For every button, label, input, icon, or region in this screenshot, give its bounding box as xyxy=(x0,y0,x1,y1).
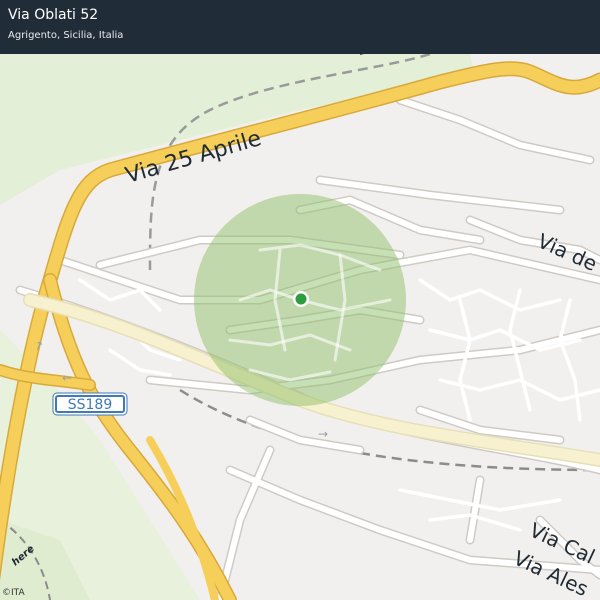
map-canvas[interactable]: ← → → SS189 Via 25 Aprile Via de Via Cal… xyxy=(0,0,600,600)
route-shield-label: SS189 xyxy=(68,397,113,413)
location-title: Via Oblati 52 xyxy=(8,7,99,23)
route-shield-ss189: SS189 xyxy=(52,392,128,416)
direction-arrow-east: → xyxy=(318,427,328,441)
location-subtitle: Agrigento, Sicilia, Italia xyxy=(8,30,124,41)
location-header: Via Oblati 52 Agrigento, Sicilia, Italia xyxy=(0,0,600,54)
location-dot[interactable] xyxy=(295,293,307,305)
map-attribution: ©ITA xyxy=(2,588,25,598)
direction-arrow: ← xyxy=(62,371,72,385)
